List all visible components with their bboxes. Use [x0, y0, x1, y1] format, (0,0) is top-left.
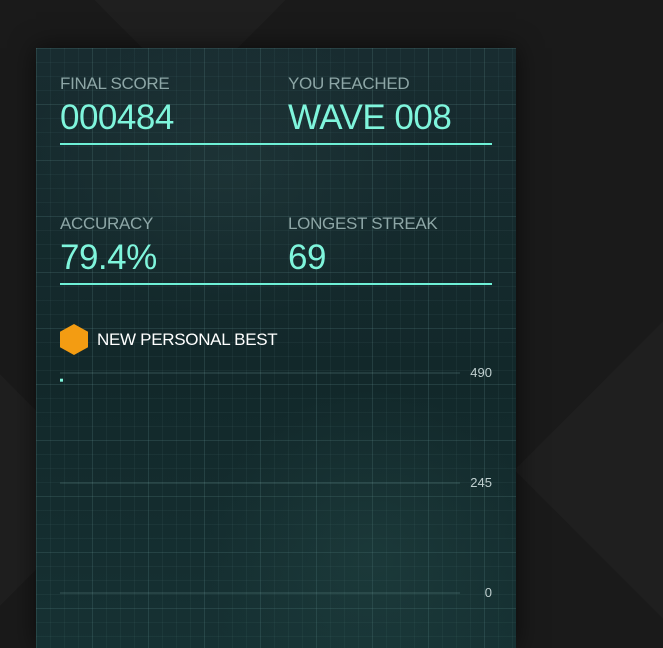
y-tick-label: 0 [485, 585, 492, 600]
y-tick-label: 490 [470, 365, 492, 380]
game-over-panel: FINAL SCORE 000484 YOU REACHED WAVE 008 … [36, 48, 516, 648]
background-diamond [514, 314, 663, 625]
y-tick-label: 245 [470, 475, 492, 490]
score-chart: 490 245 0 [60, 365, 492, 600]
score-point [60, 378, 63, 382]
